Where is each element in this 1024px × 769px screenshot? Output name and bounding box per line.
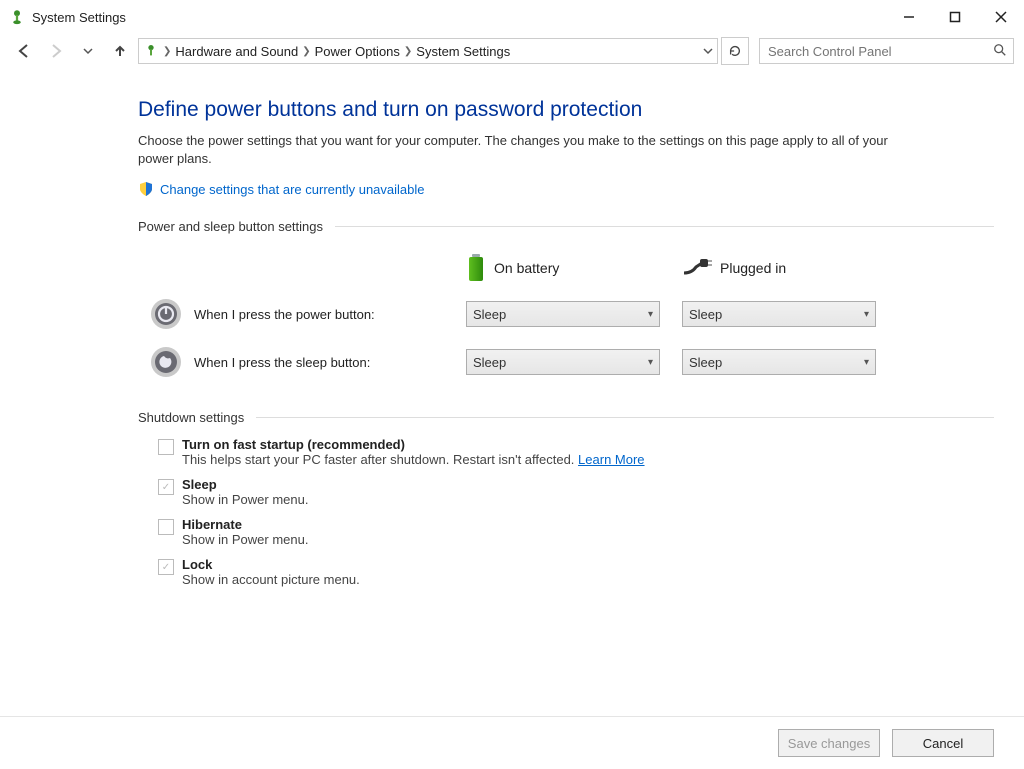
- close-button[interactable]: [978, 0, 1024, 34]
- section-label: Shutdown settings: [138, 410, 244, 425]
- sleep-button-plugged-select[interactable]: Sleep ▾: [682, 349, 876, 375]
- footer: Save changes Cancel: [0, 716, 1024, 769]
- checkbox[interactable]: ✓: [158, 559, 174, 575]
- address-bar[interactable]: ❯ Hardware and Sound ❯ Power Options ❯ S…: [138, 38, 718, 64]
- select-value: Sleep: [689, 307, 722, 322]
- check-title: Hibernate: [182, 517, 308, 532]
- row-sleep-button: When I press the sleep button:: [150, 338, 450, 386]
- row-power-button: When I press the power button:: [150, 290, 450, 338]
- section-power-sleep: Power and sleep button settings: [138, 219, 994, 234]
- shield-icon: [138, 181, 154, 197]
- shutdown-list: Turn on fast startup (recommended) This …: [158, 437, 994, 587]
- window-title: System Settings: [32, 10, 126, 25]
- save-button[interactable]: Save changes: [778, 729, 880, 757]
- chevron-down-icon: ▾: [864, 357, 869, 368]
- breadcrumb-item[interactable]: Hardware and Sound: [175, 44, 298, 59]
- check-title: Sleep: [182, 477, 308, 492]
- maximize-icon: [949, 11, 961, 23]
- check-sleep: ✓ Sleep Show in Power menu.: [158, 477, 994, 507]
- row-label-text: When I press the power button:: [194, 307, 375, 322]
- refresh-button[interactable]: [721, 37, 749, 65]
- content-area: Define power buttons and turn on passwor…: [0, 68, 1024, 587]
- up-button[interactable]: [106, 37, 134, 65]
- page-title: Define power buttons and turn on passwor…: [138, 98, 994, 122]
- checkbox[interactable]: [158, 439, 174, 455]
- select-value: Sleep: [473, 307, 506, 322]
- refresh-icon: [728, 44, 742, 58]
- check-lock: ✓ Lock Show in account picture menu.: [158, 557, 994, 587]
- save-button-label: Save changes: [788, 736, 870, 751]
- back-arrow-icon: [16, 43, 32, 59]
- page-description: Choose the power settings that you want …: [138, 132, 898, 167]
- chevron-right-icon: ❯: [302, 46, 310, 57]
- column-label: On battery: [494, 260, 559, 276]
- checkbox[interactable]: [158, 519, 174, 535]
- change-settings-link-row: Change settings that are currently unava…: [138, 181, 994, 197]
- chevron-down-icon: ▾: [648, 357, 653, 368]
- titlebar: System Settings: [0, 0, 1024, 34]
- control-panel-icon: [143, 43, 159, 59]
- navbar: ❯ Hardware and Sound ❯ Power Options ❯ S…: [0, 34, 1024, 68]
- section-shutdown: Shutdown settings: [138, 410, 994, 425]
- breadcrumb-item[interactable]: Power Options: [315, 44, 400, 59]
- breadcrumb-item[interactable]: System Settings: [416, 44, 510, 59]
- app-icon: [8, 8, 26, 26]
- check-subtitle: Show in Power menu.: [182, 492, 308, 507]
- chevron-down-icon[interactable]: [703, 46, 713, 56]
- divider: [335, 226, 994, 227]
- check-subtitle: Show in account picture menu.: [182, 572, 360, 587]
- cancel-button-label: Cancel: [923, 736, 963, 751]
- power-grid: On battery Plugged in When I press the p…: [150, 246, 994, 386]
- sleep-button-icon: [150, 346, 182, 378]
- window-controls: [886, 0, 1024, 34]
- learn-more-link[interactable]: Learn More: [578, 452, 644, 467]
- power-button-battery-select[interactable]: Sleep ▾: [466, 301, 660, 327]
- cancel-button[interactable]: Cancel: [892, 729, 994, 757]
- check-subtitle: Show in Power menu.: [182, 532, 308, 547]
- up-arrow-icon: [113, 44, 127, 58]
- check-title: Turn on fast startup (recommended): [182, 437, 645, 452]
- change-settings-link[interactable]: Change settings that are currently unava…: [160, 182, 425, 197]
- check-title: Lock: [182, 557, 360, 572]
- battery-icon: [466, 254, 486, 282]
- column-header-plugged: Plugged in: [682, 246, 882, 290]
- column-label: Plugged in: [720, 260, 786, 276]
- forward-button[interactable]: [42, 37, 70, 65]
- plug-icon: [682, 259, 712, 277]
- chevron-down-icon: ▾: [648, 309, 653, 320]
- chevron-right-icon: ❯: [404, 46, 412, 57]
- check-subtitle: This helps start your PC faster after sh…: [182, 452, 645, 467]
- search-box[interactable]: [759, 38, 1014, 64]
- select-value: Sleep: [689, 355, 722, 370]
- sleep-button-battery-select[interactable]: Sleep ▾: [466, 349, 660, 375]
- check-fast-startup: Turn on fast startup (recommended) This …: [158, 437, 994, 467]
- close-icon: [995, 11, 1007, 23]
- back-button[interactable]: [10, 37, 38, 65]
- power-button-plugged-select[interactable]: Sleep ▾: [682, 301, 876, 327]
- section-label: Power and sleep button settings: [138, 219, 323, 234]
- forward-arrow-icon: [48, 43, 64, 59]
- power-button-icon: [150, 298, 182, 330]
- chevron-right-icon: ❯: [163, 46, 171, 57]
- select-value: Sleep: [473, 355, 506, 370]
- minimize-button[interactable]: [886, 0, 932, 34]
- check-hibernate: Hibernate Show in Power menu.: [158, 517, 994, 547]
- column-header-battery: On battery: [466, 246, 666, 290]
- minimize-icon: [903, 11, 915, 23]
- search-input[interactable]: [766, 43, 1007, 60]
- search-icon: [993, 43, 1007, 57]
- chevron-down-icon: ▾: [864, 309, 869, 320]
- chevron-down-icon: [83, 46, 93, 56]
- divider: [256, 417, 994, 418]
- checkbox[interactable]: ✓: [158, 479, 174, 495]
- row-label-text: When I press the sleep button:: [194, 355, 370, 370]
- maximize-button[interactable]: [932, 0, 978, 34]
- recent-dropdown[interactable]: [74, 37, 102, 65]
